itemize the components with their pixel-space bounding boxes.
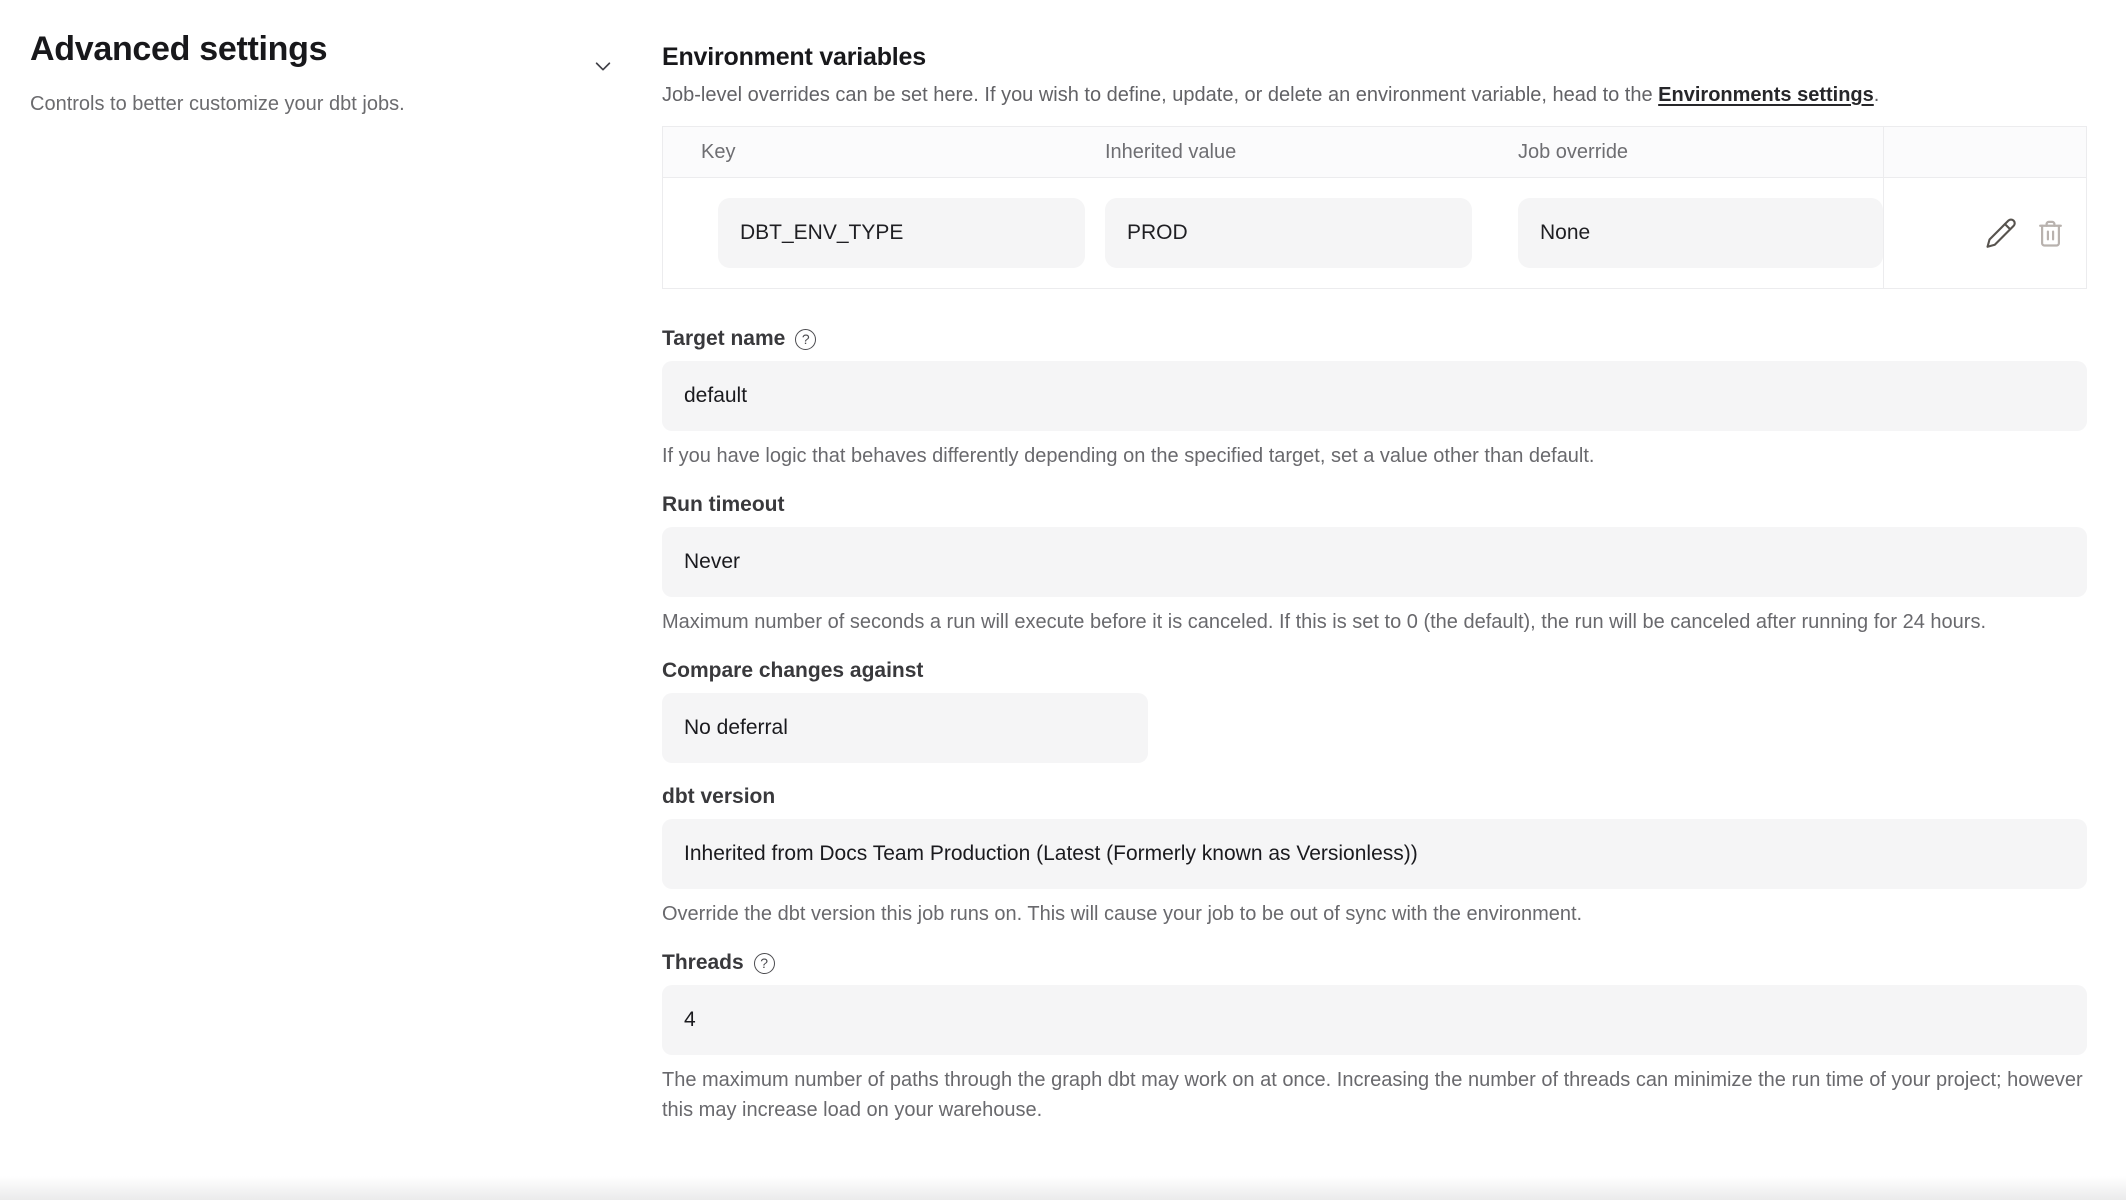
field-target-name: Target name ? default If you have logic … [662, 327, 2087, 471]
dbt-version-label: dbt version [662, 785, 2087, 809]
help-icon[interactable]: ? [795, 329, 816, 350]
env-var-actions-cell [1883, 178, 2086, 288]
field-compare-changes-against: Compare changes against No deferral [662, 659, 2087, 763]
target-name-label: Target name ? [662, 327, 2087, 351]
threads-helper: The maximum number of paths through the … [662, 1065, 2087, 1125]
env-var-inherited-cell: PROD [1086, 178, 1496, 288]
threads-input[interactable]: 4 [662, 985, 2087, 1055]
env-var-inherited-value: PROD [1105, 198, 1472, 268]
field-run-timeout: Run timeout Never Maximum number of seco… [662, 493, 2087, 637]
target-name-value: default [684, 384, 747, 408]
run-timeout-label-text: Run timeout [662, 493, 784, 517]
threads-label: Threads ? [662, 951, 2087, 975]
compare-changes-select[interactable]: No deferral [662, 693, 1148, 763]
target-name-helper: If you have logic that behaves different… [662, 441, 2087, 471]
environments-settings-link[interactable]: Environments settings [1658, 84, 1874, 106]
field-threads: Threads ? 4 The maximum number of paths … [662, 951, 2087, 1125]
threads-label-text: Threads [662, 951, 744, 975]
dbt-version-input[interactable]: Inherited from Docs Team Production (Lat… [662, 819, 2087, 889]
table-row: DBT_ENV_TYPE PROD None [663, 178, 2086, 288]
edit-env-var-button[interactable] [1984, 216, 2018, 250]
target-name-input[interactable]: default [662, 361, 2087, 431]
section-intro-header: Advanced settings [30, 30, 614, 77]
env-vars-description: Job-level overrides can be set here. If … [662, 80, 2087, 110]
compare-changes-value: No deferral [684, 716, 788, 740]
column-header-key: Key [663, 127, 1086, 177]
threads-value: 4 [684, 1008, 696, 1032]
env-vars-description-period: . [1874, 84, 1880, 106]
help-icon[interactable]: ? [754, 953, 775, 974]
field-dbt-version: dbt version Inherited from Docs Team Pro… [662, 785, 2087, 929]
env-var-key-value: DBT_ENV_TYPE [718, 198, 1085, 268]
chevron-down-icon [592, 65, 614, 80]
run-timeout-input[interactable]: Never [662, 527, 2087, 597]
delete-icon [2035, 237, 2066, 252]
column-header-job-override: Job override [1496, 127, 1883, 177]
scroll-edge-shadow [0, 1176, 2126, 1200]
collapse-section-button[interactable] [592, 55, 614, 77]
run-timeout-label: Run timeout [662, 493, 2087, 517]
run-timeout-helper: Maximum number of seconds a run will exe… [662, 607, 2087, 637]
env-vars-table-header: Key Inherited value Job override [663, 127, 2086, 178]
page-title: Advanced settings [30, 30, 327, 69]
section-intro-panel: Advanced settings Controls to better cus… [0, 0, 636, 1125]
column-header-actions [1883, 127, 2086, 177]
advanced-settings-page: Advanced settings Controls to better cus… [0, 0, 2126, 1125]
env-var-key-cell: DBT_ENV_TYPE [663, 178, 1086, 288]
env-vars-table: Key Inherited value Job override DBT_ENV… [662, 126, 2087, 289]
dbt-version-helper: Override the dbt version this job runs o… [662, 899, 2087, 929]
edit-icon [1984, 238, 2018, 253]
dbt-version-label-text: dbt version [662, 785, 775, 809]
env-vars-description-text: Job-level overrides can be set here. If … [662, 84, 1658, 106]
column-header-inherited-value: Inherited value [1086, 127, 1496, 177]
settings-form-panel: Environment variables Job-level override… [636, 0, 2126, 1125]
run-timeout-value: Never [684, 550, 740, 574]
delete-env-var-button[interactable] [2035, 218, 2066, 249]
target-name-label-text: Target name [662, 327, 785, 351]
page-subtitle: Controls to better customize your dbt jo… [30, 91, 614, 117]
env-vars-title: Environment variables [662, 42, 2087, 72]
env-var-override-value: None [1518, 198, 1883, 268]
compare-changes-label-text: Compare changes against [662, 659, 923, 683]
compare-changes-label: Compare changes against [662, 659, 2087, 683]
env-var-override-cell: None [1496, 178, 1883, 288]
dbt-version-value: Inherited from Docs Team Production (Lat… [684, 842, 1418, 866]
